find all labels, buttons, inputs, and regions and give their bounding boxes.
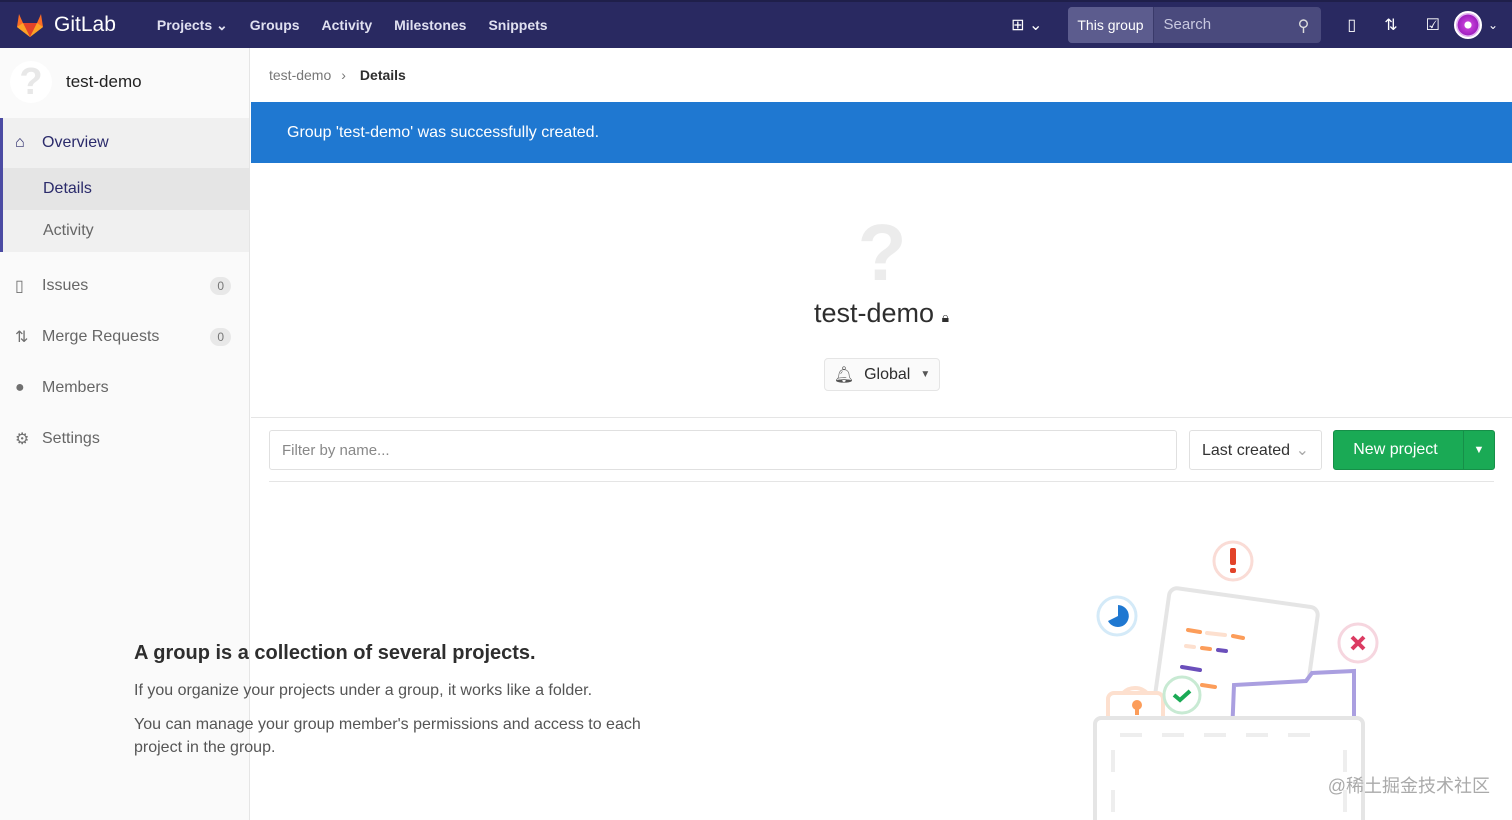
chevron-right-icon: › [341,67,346,83]
new-dropdown-plus-icon[interactable]: ⊞ ⌄ [1011,15,1042,35]
new-project-button-group: New project ▼ [1333,430,1495,470]
tanuki-icon [17,14,43,37]
search-scope[interactable]: This group [1068,7,1154,43]
new-project-button[interactable]: New project [1334,431,1464,469]
lock-icon: 🔒︎ [941,309,950,325]
notification-level: Global [864,365,911,383]
overview-label: Overview [42,134,109,151]
home-icon: ⌂ [15,134,25,151]
empty-state-text-2: You can manage your group member's permi… [134,716,641,756]
group-avatar: ? [10,61,52,103]
search-box[interactable]: This group Search ⚲ [1068,7,1322,43]
user-avatar[interactable] [1453,11,1482,39]
sidebar-item-merge-requests[interactable]: ⇅ Merge Requests 0 [0,311,249,362]
merge-request-icon[interactable]: ⇅ [1384,15,1397,35]
nav-projects[interactable]: Projects ⌄ [146,17,239,34]
gear-icon: ⚙ [15,430,30,448]
sidebar-item-activity[interactable]: Activity [3,210,249,252]
sidebar-item-settings[interactable]: ⚙ Settings [0,413,249,464]
group-avatar-large: ? [857,208,907,297]
gitlab-logo[interactable]: GitLab [16,12,116,38]
sidebar-item-members[interactable]: ● Members [0,362,249,413]
group-title: test-demo 🔒︎ [251,298,1512,329]
search-icon: ⚲ [1297,18,1310,35]
project-filters: Filter by name... Last created ⌄ New proj… [269,430,1495,482]
watermark: @稀土掘金技术社区 [1327,776,1490,796]
merge-requests-label: Merge Requests [42,327,160,345]
members-label: Members [42,378,109,396]
merge-requests-count: 0 [210,327,231,346]
breadcrumb: test-demo › Details [251,48,1512,102]
nav-groups[interactable]: Groups [239,17,311,34]
issues-label: Issues [42,276,89,294]
issues-icon[interactable]: ▯ [1347,15,1356,35]
empty-state: A group is a collection of several proje… [134,642,644,770]
main-content: test-demo › Details Group 'test-demo' wa… [251,48,1512,482]
sidebar-overview-section: ⌂ Overview Details Activity [0,118,249,252]
group-header: ? test-demo 🔒︎ 🔔︎ Global ▼ [251,163,1512,418]
nav-snippets[interactable]: Snippets [477,17,558,34]
new-project-dropdown-toggle[interactable]: ▼ [1464,431,1494,469]
chevron-down-icon[interactable]: ⌄ [1488,18,1498,32]
sidebar-item-issues[interactable]: ▯ Issues 0 [0,260,249,311]
caret-down-icon: ▼ [920,369,931,380]
brand-name: GitLab [54,13,116,36]
chevron-down-icon: ⌄ [1295,442,1309,459]
nav-milestones[interactable]: Milestones [383,17,477,34]
merge-request-icon: ⇅ [15,328,29,346]
issues-count: 0 [210,276,231,295]
settings-label: Settings [42,429,100,447]
sidebar-group-header[interactable]: ? test-demo [0,48,249,116]
sort-label: Last created [1202,442,1291,459]
search-input[interactable]: Search [1154,7,1286,43]
empty-state-heading: A group is a collection of several proje… [134,642,536,664]
notification-dropdown[interactable]: 🔔︎ Global ▼ [824,358,940,391]
sidebar-item-details[interactable]: Details [3,168,249,210]
user-icon: ● [15,378,25,396]
sidebar-item-overview[interactable]: ⌂ Overview [3,118,249,168]
filter-by-name-input[interactable]: Filter by name... [269,430,1177,470]
breadcrumb-parent[interactable]: test-demo [269,67,331,83]
bell-icon: 🔔︎ [833,366,855,384]
sort-dropdown[interactable]: Last created ⌄ [1189,430,1322,470]
flash-notice: Group 'test-demo' was successfully creat… [251,102,1512,163]
top-navbar: GitLab Projects ⌄ Groups Activity Milest… [0,0,1512,48]
group-name: test-demo [66,72,142,91]
issues-icon: ▯ [15,277,24,295]
group-title-text: test-demo [813,298,935,328]
empty-state-text-1: If you organize your projects under a gr… [134,682,593,699]
todos-icon[interactable]: ☑ [1426,15,1440,35]
nav-activity[interactable]: Activity [311,17,384,34]
breadcrumb-current[interactable]: Details [360,67,406,83]
nav-projects-label: Projects [156,16,213,33]
